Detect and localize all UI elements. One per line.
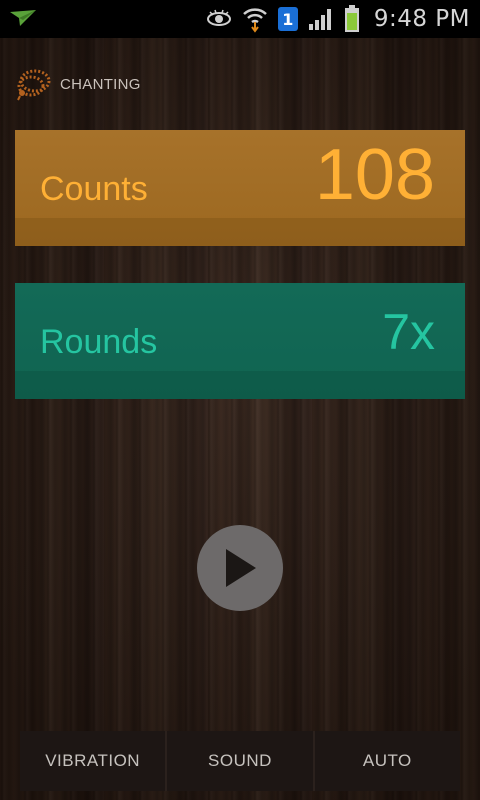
paper-plane-icon (10, 10, 36, 26)
rounds-label: Rounds (40, 323, 158, 361)
wifi-icon (242, 8, 267, 33)
vibration-button[interactable]: VIBRATION (20, 731, 168, 791)
signal-icon (308, 9, 331, 30)
sim-badge-icon: 1 (277, 7, 298, 31)
battery-icon (344, 5, 359, 32)
bottom-toolbar: VIBRATION SOUND AUTO (20, 731, 460, 791)
rounds-panel-footer (15, 371, 465, 399)
counts-panel[interactable]: Counts 108 (15, 130, 465, 246)
auto-label: AUTO (362, 751, 412, 770)
beads-icon (17, 69, 51, 101)
rounds-value: 7x (382, 304, 435, 360)
counts-value: 108 (314, 135, 435, 215)
sound-button[interactable]: SOUND (167, 731, 315, 791)
eye-icon (206, 9, 231, 26)
app-title: CHANTING (60, 75, 141, 93)
sound-label: SOUND (208, 751, 272, 770)
play-button[interactable] (197, 525, 283, 611)
status-bar: 1 9:48 PM (0, 0, 480, 38)
rounds-panel[interactable]: Rounds 7x (15, 283, 465, 399)
vibration-label: VIBRATION (45, 751, 141, 770)
clock-time: 9:48 PM (373, 6, 470, 32)
app-header: CHANTING (14, 62, 141, 106)
auto-button[interactable]: AUTO (314, 731, 460, 791)
sim-badge-number: 1 (282, 9, 294, 29)
play-icon (226, 549, 256, 587)
counts-panel-footer (15, 218, 465, 246)
counts-label: Counts (40, 170, 148, 208)
